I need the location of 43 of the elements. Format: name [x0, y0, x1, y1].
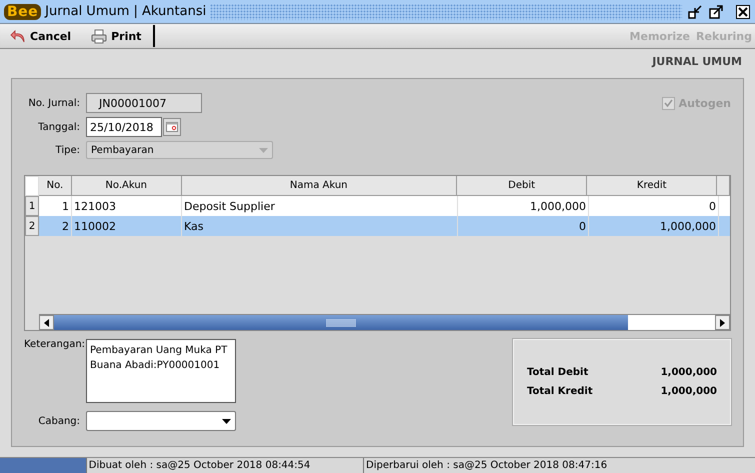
printer-icon — [91, 28, 108, 44]
status-text: Diperbarui oleh : sa@25 October 2018 08:47:16 — [366, 460, 608, 471]
table-cell: 0 — [458, 216, 589, 236]
column-header[interactable]: Debit — [456, 176, 588, 196]
undo-arrow-icon — [10, 29, 26, 43]
maximize-button[interactable] — [707, 3, 724, 20]
column-header[interactable]: No. — [38, 176, 72, 196]
window-title: Jurnal Umum | Akuntansi — [45, 4, 206, 19]
branch-dropdown[interactable] — [86, 411, 236, 431]
status-text: Dibuat oleh : sa@25 October 2018 08:44:54 — [88, 460, 310, 471]
table-cell: 110002 — [72, 216, 182, 236]
caret-icon — [222, 418, 231, 424]
print-button[interactable]: Print — [81, 25, 152, 47]
column-header[interactable]: Nama Akun — [182, 176, 457, 196]
date-field[interactable]: 25/10/2018 — [86, 117, 162, 137]
column-header[interactable]: No.Akun — [72, 176, 182, 196]
total-value: 1,000,000 — [660, 386, 717, 397]
left-arrow-icon[interactable] — [44, 318, 49, 326]
notes-field[interactable]: Pembayaran Uang Muka PT Buana Abadi:PY00001001 — [86, 339, 236, 403]
table-cell: Kas — [182, 216, 458, 236]
minimize-button[interactable] — [686, 3, 703, 20]
cancel-button[interactable]: Cancel — [0, 25, 82, 47]
total-label: Total Kredit — [527, 386, 593, 397]
field-label: Cabang: — [37, 416, 80, 426]
calendar-button[interactable] — [163, 118, 181, 136]
total-value: 1,000,000 — [660, 367, 717, 378]
row-header: 2 — [25, 216, 39, 236]
form-title: JURNAL UMUM — [652, 55, 742, 68]
table-row[interactable]: 1 1 121003 Deposit Supplier 1,000,000 0 — [25, 196, 730, 216]
table-row[interactable]: 2 2 110002 Kas 0 1,000,000 — [25, 216, 730, 236]
total-label: Total Debit — [527, 367, 588, 378]
table-cell: 1,000,000 — [589, 216, 719, 236]
app-logo: Bee — [4, 4, 42, 20]
field-label: Tanggal: — [37, 122, 80, 132]
table-cell: 2 — [39, 216, 72, 236]
horizontal-scrollbar[interactable] — [39, 314, 730, 330]
close-button[interactable] — [734, 3, 751, 20]
column-header[interactable]: Kredit — [587, 176, 718, 196]
caret-icon — [259, 148, 268, 152]
right-arrow-icon[interactable] — [720, 318, 725, 326]
row-header: 1 — [25, 196, 39, 216]
field-label: No. Jurnal: — [27, 98, 80, 108]
field-label: Tipe: — [54, 144, 80, 156]
